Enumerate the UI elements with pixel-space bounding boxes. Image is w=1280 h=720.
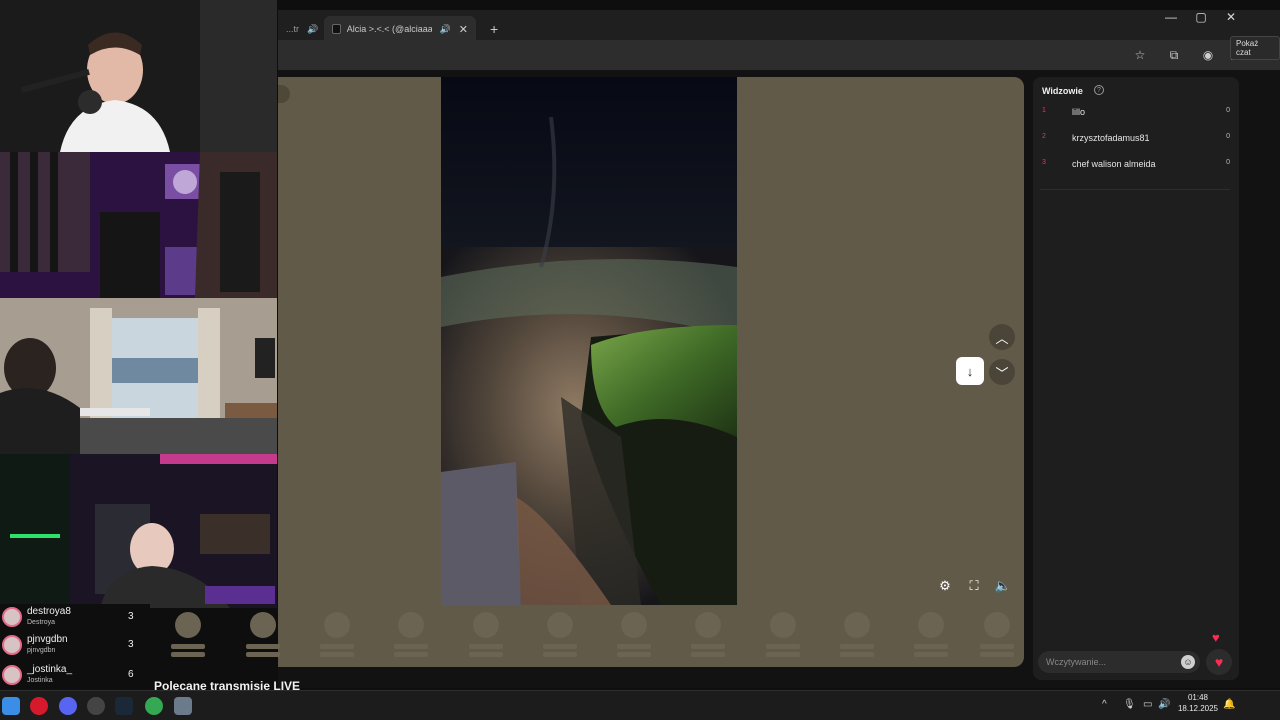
- speaker-icon[interactable]: 🔊: [307, 24, 318, 35]
- minimize-button[interactable]: —: [1156, 10, 1186, 24]
- viewer-name: chef walison almeida: [1072, 159, 1156, 169]
- leaderboard-count: 3: [128, 639, 134, 650]
- volume-tray-icon[interactable]: 🔊: [1158, 699, 1170, 710]
- discord-icon[interactable]: [59, 697, 77, 715]
- next-stream-chevron-down-icon[interactable]: ﹀: [989, 359, 1015, 385]
- leaderboard-row[interactable]: pjnvgdbn pjnvgdbn 3: [0, 632, 150, 662]
- featured-skeleton: [840, 612, 874, 660]
- live-video[interactable]: [441, 77, 737, 605]
- browser-toolbar: ☆ ⧉ ◉ ⋮: [278, 40, 1280, 70]
- viewer-score: 0: [1226, 159, 1230, 166]
- bookmark-star-icon[interactable]: ☆: [1132, 47, 1148, 63]
- previous-stream-chevron-up-icon[interactable]: ︿: [989, 324, 1015, 350]
- webcam-guest-1: [0, 152, 277, 298]
- viewer-score: 0: [1226, 107, 1230, 114]
- avatar: [2, 607, 22, 627]
- leaderboard-sub: Destroya: [27, 619, 56, 626]
- tab-title: Alcia >.<.< (@alciaaaxo) pro: [346, 24, 432, 34]
- featured-skeleton: [171, 612, 205, 660]
- settings-icon[interactable]: [174, 697, 192, 715]
- featured-skeleton: [914, 612, 948, 660]
- volume-icon[interactable]: 🔈: [994, 577, 1012, 595]
- featured-skeleton: [246, 612, 280, 660]
- speaker-icon[interactable]: 🔊: [440, 24, 451, 35]
- new-tab-button[interactable]: +: [482, 16, 506, 42]
- like-heart-icon[interactable]: ♥: [1206, 649, 1232, 675]
- notification-icon[interactable]: 🔔: [1223, 699, 1235, 710]
- featured-skeleton: [980, 612, 1014, 660]
- help-icon[interactable]: ?: [1094, 85, 1104, 95]
- chrome-icon[interactable]: [145, 697, 163, 715]
- network-icon[interactable]: ▭: [1143, 699, 1152, 710]
- featured-skeleton: [617, 612, 651, 660]
- browser-tab-bar: ...tr 🔊 ✕ Alcia >.<.< (@alciaaaxo) pro 🔊…: [278, 10, 1280, 42]
- featured-skeleton: [394, 612, 428, 660]
- tab-title: ...tr: [286, 24, 299, 34]
- viewer-rank: 1: [1042, 107, 1046, 114]
- clock-time: 01:48: [1187, 693, 1209, 702]
- divider: [1040, 189, 1230, 190]
- featured-skeleton: [766, 612, 800, 660]
- featured-skeleton: [691, 612, 725, 660]
- windows-start-icon[interactable]: [2, 697, 20, 715]
- leaderboard-sub: Jostinka: [27, 677, 53, 684]
- leaderboard-row[interactable]: destroya8 Destroya 3: [0, 604, 150, 634]
- video-frame: [441, 77, 737, 605]
- chat-input[interactable]: Wczytywanie...: [1038, 651, 1200, 673]
- leaderboard-name: pjnvgdbn: [27, 634, 68, 645]
- leaderboard-count: 6: [128, 669, 134, 680]
- webcam-guest-2: [0, 298, 277, 454]
- steam-icon[interactable]: [115, 697, 133, 715]
- featured-skeleton: [469, 612, 503, 660]
- maximize-button[interactable]: ▢: [1186, 10, 1216, 24]
- close-tab-icon[interactable]: ✕: [459, 23, 468, 36]
- viewer-row[interactable]: 1 lillo 0: [1040, 106, 1232, 122]
- viewer-name: krzysztofadamus81: [1072, 133, 1150, 143]
- profile-icon[interactable]: ◉: [1200, 47, 1216, 63]
- viewer-row[interactable]: 2 krzysztofadamus81 0: [1040, 132, 1232, 148]
- leaderboard-row[interactable]: _jostinka_ Jostinka 6: [0, 662, 150, 692]
- chevron-up-icon[interactable]: ^: [1102, 699, 1107, 710]
- webcam-streamer-main: [0, 0, 277, 152]
- featured-skeleton: [543, 612, 577, 660]
- avatar: [2, 665, 22, 685]
- webcam-guest-3: [0, 454, 277, 608]
- viewer-name: lillo: [1072, 107, 1086, 117]
- viewer-score: 0: [1226, 133, 1230, 140]
- viewer-rank: 3: [1042, 159, 1046, 166]
- emoji-icon[interactable]: ☺: [1181, 655, 1195, 669]
- viewers-title: Widzowie: [1042, 86, 1083, 96]
- leaderboard-sub: pjnvgdbn: [27, 647, 56, 654]
- download-arrow-icon[interactable]: ↓: [956, 357, 984, 385]
- leaderboard-name: destroya8: [27, 606, 71, 617]
- floating-heart-icon: ♥: [1212, 630, 1220, 645]
- system-clock[interactable]: 01:48 18.12.2025: [1174, 692, 1222, 714]
- windows-taskbar: [0, 690, 1280, 720]
- leaderboard-count: 3: [128, 611, 134, 622]
- featured-skeleton: [320, 612, 354, 660]
- viewer-rank: 2: [1042, 133, 1046, 140]
- leaderboard-name: _jostinka_: [27, 664, 73, 675]
- app-icon[interactable]: [87, 697, 105, 715]
- avatar: [2, 635, 22, 655]
- viewer-row[interactable]: 3 chef walison almeida 0: [1040, 158, 1232, 174]
- browser-tab-active[interactable]: Alcia >.<.< (@alciaaaxo) pro 🔊 ✕: [324, 16, 476, 42]
- opera-icon[interactable]: [30, 697, 48, 715]
- clock-date: 18.12.2025: [1177, 704, 1219, 713]
- settings-gear-icon[interactable]: ⚙: [936, 577, 954, 595]
- show-chat-tooltip: Pokaż czat: [1230, 36, 1280, 60]
- tiktok-icon: [332, 24, 341, 34]
- fullscreen-icon[interactable]: ⛶: [965, 577, 983, 595]
- microphone-icon[interactable]: 🎙: [1123, 699, 1136, 710]
- extensions-icon[interactable]: ⧉: [1166, 47, 1182, 63]
- close-window-button[interactable]: ✕: [1216, 10, 1246, 24]
